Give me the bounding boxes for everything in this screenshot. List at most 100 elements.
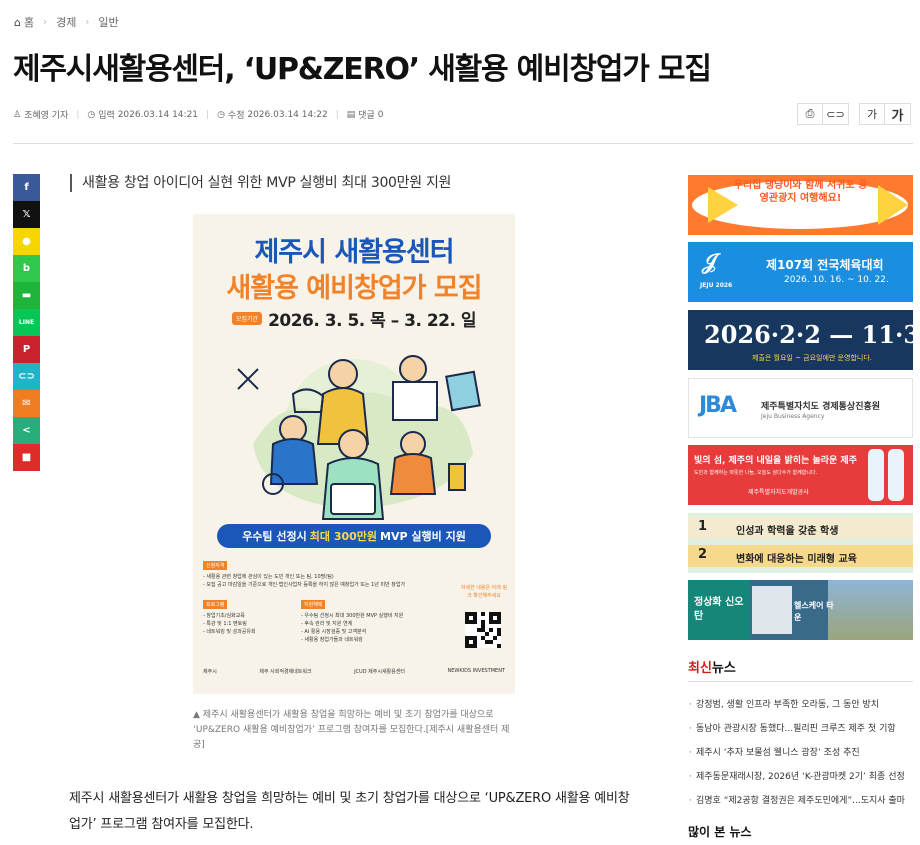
ad-banner-seogwipo[interactable]: 우리집 댕냥이와 함께 서귀포 공영관광지 여행해요! [688,175,913,235]
print-icon: ⎙ [805,107,815,120]
x-icon: 𝕏 [22,209,31,220]
breadcrumb-section[interactable]: 경제 [56,14,76,30]
font-larger-button[interactable]: 가 [885,103,911,125]
modify-label: 수정 [227,111,245,121]
share-band-button[interactable]: b [13,255,40,282]
ad-banner-text: 우리집 댕냥이와 함께 서귀포 공영관광지 여행해요! [733,180,868,204]
clock-icon: ◷ [87,109,96,120]
naver-blog-icon: ▬ [21,290,32,301]
share-x-button[interactable]: 𝕏 [13,201,40,228]
poster-support-line: - AI 활용 시장검증 및 고객분석 [301,629,367,635]
ad-banner-sub: 도민과 함께하는 따뜻한 나눔, 오늘도 삼다수가 함께합니다. [694,470,818,476]
ad-banner-jba[interactable]: JBA 제주특별자치도 경제통상진흥원 Jeju Business Agency [688,378,913,438]
share-kakaotalk-button[interactable]: ● [13,228,40,255]
poster-program-line: - 창업기초/심화교육 [203,613,245,619]
poster-banner-highlight: 최대 300만원 [309,530,378,543]
popular-news-title: 많이 본 뉴스 [688,825,752,839]
link-copy-icon: ⊂⊃ [18,371,35,382]
latest-title-red: 최신 [688,661,712,676]
poster-support-line: - 우수팀 선정시 최대 300만원 MVP 실행비 지원 [301,613,404,619]
ad-banner-foot: 제주특별자치도개발공사 [748,489,809,496]
list-item[interactable]: 제주동문재래시장, 2026년 ‘K-관광마켓 2기’ 최종 선정 [688,765,913,789]
ad-banner-sub: Jeju Business Agency [761,413,825,420]
article-image[interactable]: 제주시 새활용센터 새활용 예비창업가 모집 모집기간 2026. 3. 5. … [193,214,515,694]
ad-banner-text: 인성과 학력을 갖춘 학생 [736,526,839,537]
ad-banner-date[interactable]: 2026·2·2 — 11·30 제출은 월요일 ~ 금요일에만 운영합니다. [688,310,913,370]
kakaotalk-icon: ● [22,236,31,247]
latest-title-rest: 뉴스 [711,661,736,676]
poster-support-lines: - 우수팀 선정시 최대 300만원 MVP 실행비 지원 - 후속 관리 및 … [301,612,451,644]
poster-title-1: 제주시 새활용센터 [254,237,454,268]
pinterest-icon: P [22,344,31,355]
ad-banner-text: 2026·2·2 — 11·30 [704,320,913,349]
ad-logo-text: JEJU 2026 [700,282,733,289]
poster-banner: 우수팀 선정시 최대 300만원 MVP 실행비 지원 [217,524,491,548]
poster-banner-pre: 우수팀 선정시 [242,530,307,543]
number-badge: 1 [698,519,708,534]
share-icon: < [22,425,31,436]
ad-banner-sub: 제출은 월요일 ~ 금요일에만 운영합니다. [752,354,873,362]
poster-apply-lines: - 새활용 관련 창업에 관심이 있는 도민 개인 또는 팀, 10명(팀) -… [203,573,503,589]
poster-logo: NEWKIDS INVESTMENT [447,668,505,674]
divider: | [335,109,339,120]
copy-link-button[interactable]: ⊂⊃ [823,103,849,125]
ad-banner-sports-festival[interactable]: 𝒥 JEJU 2026 제107회 전국체육대회 2026. 10. 16. ~… [688,242,913,302]
ad-banner-samdasoo[interactable]: 빛의 섬, 제주의 내일을 밝히는 놀라운 제주 도민과 함께하는 따뜻한 나눔… [688,445,913,505]
author[interactable]: ♙ 조혜영 기자 [13,108,68,122]
share-bookmark-button[interactable]: ■ [13,444,40,471]
poster-logo: 제주 사회적경제네트워크 [259,669,312,675]
ad-banner-sub: 2026. 10. 16. ~ 10. 22. [784,275,889,285]
list-item[interactable]: 제주시 ‘추자 보물섬 웰니스 광장’ 조성 추진 [688,741,913,765]
poster-date-text: 2026. 3. 5. 목 – 3. 22. 일 [268,311,477,331]
input-date: ◷ 입력 2026.03.14 14:21 [87,108,198,122]
poster-tag-apply: 신청자격 [203,561,228,570]
comments-label: 댓글 [358,111,375,121]
list-item[interactable]: 김명호 “제2공항 결정권은 제주도민에게”...도지사 출마 [688,789,913,813]
share-bar: f 𝕏 ● b ▬ LINE P ⊂⊃ ✉ < ■ [13,174,40,471]
divider: | [76,109,80,120]
font-smaller-button[interactable]: 가 [859,103,885,125]
link-icon: ⊂⊃ [826,107,845,121]
band-icon: b [22,263,31,274]
list-item[interactable]: 동남아 관광시장 동했다...필리핀 크루즈 제주 첫 기항 [688,717,913,741]
breadcrumb-home[interactable]: 홈 [24,14,34,30]
poster-tag-program: 프로그램 [203,600,228,609]
share-share-button[interactable]: < [13,417,40,444]
chevron-right-icon: › [43,16,48,28]
home-icon[interactable]: ⌂ [14,16,21,29]
comments-link[interactable]: ▤ 댓글 0 [346,108,384,122]
divider: | [206,109,210,120]
article-title: 제주시새활용센터, ‘UP&ZERO’ 새활용 예비창업가 모집 [13,52,712,87]
header-divider [13,143,913,144]
poster-apply-line: - 모집 공고 마감일을 기준으로 개인·법인사업자 등록을 하지 않은 예창업… [203,582,406,588]
ad-banner-healthcare[interactable]: 정상화 신오탄 헬스케어 타운 [688,580,913,640]
comment-icon: ▤ [346,109,356,120]
number-badge: 2 [698,547,708,562]
water-bottle-icon [888,449,904,501]
list-item[interactable]: 강정범, 생활 인프라 부족한 오라동, 그 동안 방치 [688,693,913,717]
poster-apply-line: - 새활용 관련 창업에 관심이 있는 도민 개인 또는 팀, 10명(팀) [203,574,334,580]
share-facebook-button[interactable]: f [13,174,40,201]
facebook-icon: f [24,182,29,193]
poster-illustration [237,355,481,520]
poster-date: 모집기간 2026. 3. 5. 목 – 3. 22. 일 [193,306,515,331]
share-email-button[interactable]: ✉ [13,390,40,417]
share-link-copy-button[interactable]: ⊂⊃ [13,363,40,390]
share-pinterest-button[interactable]: P [13,336,40,363]
breadcrumb-subsection[interactable]: 일반 [98,14,118,30]
ad-banner-sub: 헬스케어 타운 [794,601,834,622]
article-meta: ♙ 조혜영 기자 | ◷ 입력 2026.03.14 14:21 | ◷ 수정 202… [13,108,384,122]
ad-banner-text-2: 변화에 대응하는 미래형 교육 [736,554,857,565]
latest-news-title: 최신뉴스 [688,657,736,676]
poster-logo: JCUD 제주시새활용센터 [354,669,405,675]
breadcrumb: ⌂ 홈 › 경제 › 일반 [14,14,119,30]
share-naver-blog-button[interactable]: ▬ [13,282,40,309]
share-line-button[interactable]: LINE [13,309,40,336]
poster-qr-note: 자세한 내용은 아래 링크 확인해주세요 [460,585,508,599]
ad-banner-text: 제107회 전국체육대회 [766,258,884,272]
user-icon: ♙ [13,109,22,120]
jeju-logo-icon: 𝒥 [702,250,718,275]
ad-banner-education[interactable]: 1 2 인성과 학력을 갖춘 학생 변화에 대응하는 미래형 교육 [688,513,913,573]
divider [688,681,913,682]
print-button[interactable]: ⎙ [797,103,823,125]
